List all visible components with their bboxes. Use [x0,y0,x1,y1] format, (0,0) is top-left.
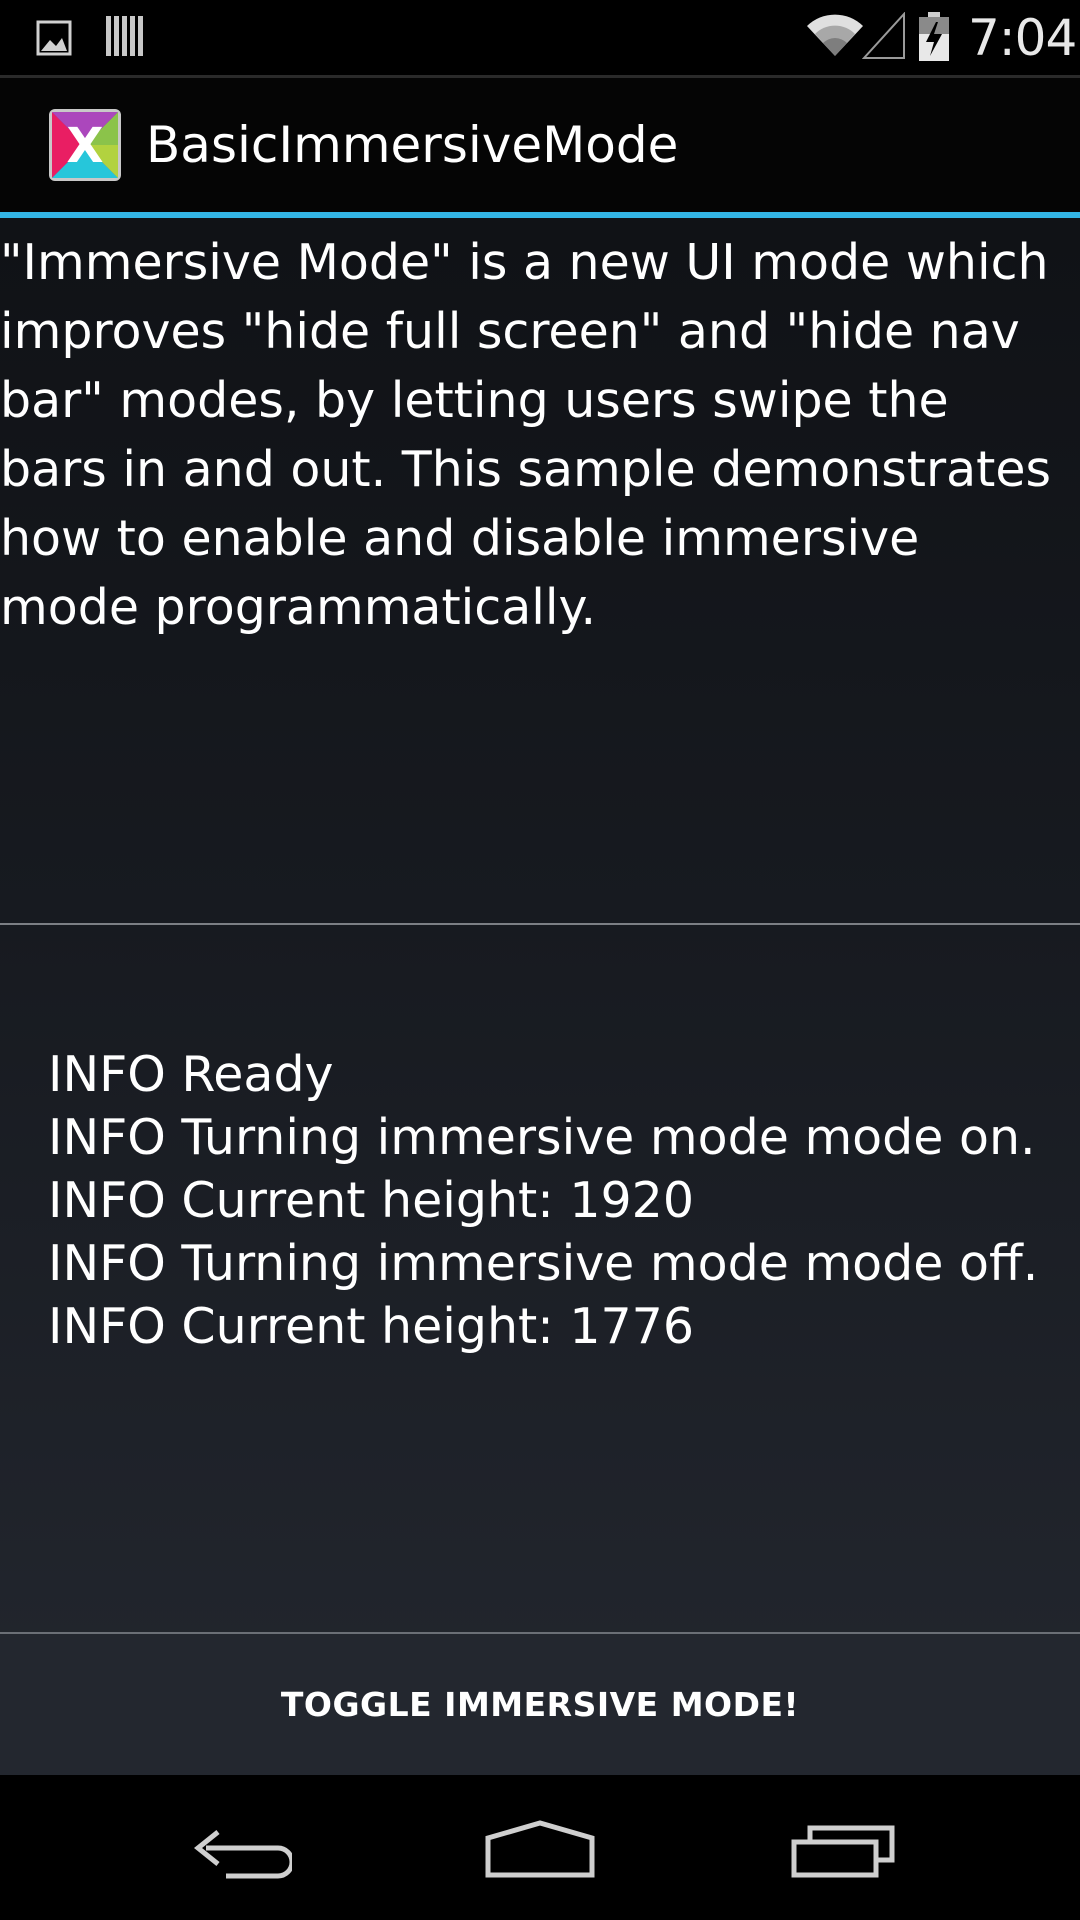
app-title: BasicImmersiveMode [146,116,679,174]
action-bar: X BasicImmersiveMode [0,78,1080,212]
clock: 7:04 [968,9,1077,67]
toggle-immersive-mode-button[interactable]: TOGGLE IMMERSIVE MODE! [0,1634,1080,1775]
battery-charging-icon [919,12,949,61]
log-divider-top [0,923,1080,925]
log-entry: INFO Current height: 1776 [48,1298,695,1355]
status-bar: 7:04 [0,0,1080,75]
log-entry: INFO Current height: 1920 [48,1172,695,1229]
wifi-icon [807,14,863,57]
barcode-notification-icon [106,16,143,56]
svg-text:X: X [66,118,103,174]
cell-signal-icon [862,12,905,59]
gallery-notification-icon [36,20,72,56]
app-logo-icon[interactable]: X [48,108,122,182]
recents-icon[interactable] [790,1822,896,1878]
back-icon[interactable] [186,1820,292,1880]
main-content: "Immersive Mode" is a new UI mode which … [0,218,1080,1775]
intro-text: "Immersive Mode" is a new UI mode which … [0,234,1052,636]
log-entry: INFO Turning immersive mode mode on. [48,1109,1036,1166]
home-icon[interactable] [484,1820,596,1878]
log-view: INFO Ready INFO Turning immersive mode m… [48,1043,1048,1358]
log-entry: INFO Ready [48,1046,334,1103]
navigation-bar [0,1775,1080,1920]
log-entry: INFO Turning immersive mode mode off. [48,1235,1039,1292]
